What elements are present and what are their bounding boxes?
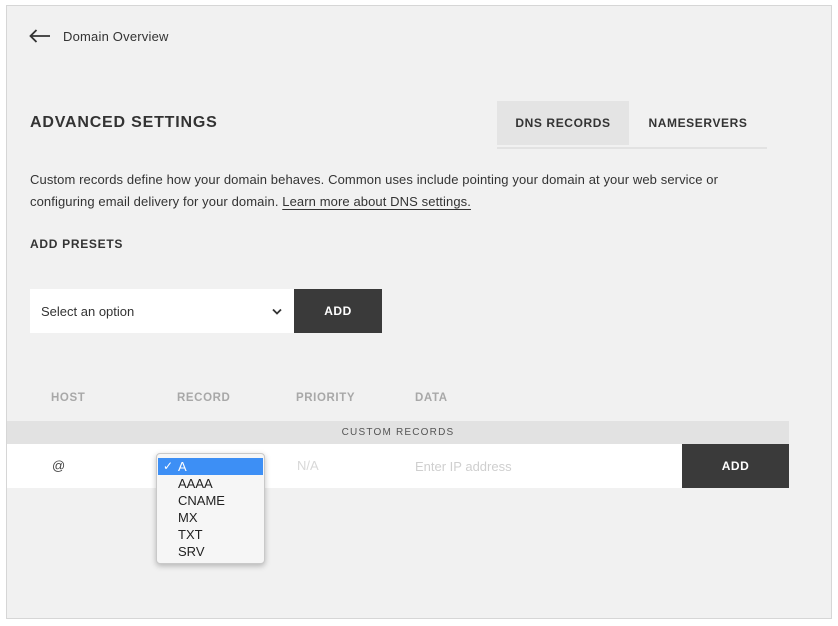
presets-label: ADD PRESETS bbox=[30, 237, 124, 251]
priority-field[interactable]: N/A bbox=[297, 458, 319, 473]
new-record-row: @ N/A bbox=[7, 444, 789, 488]
description: Custom records define how your domain be… bbox=[30, 169, 770, 213]
record-option-aaaa[interactable]: AAAA bbox=[157, 475, 264, 492]
app-frame: Domain Overview ADVANCED SETTINGS DNS RE… bbox=[6, 5, 832, 619]
back-link-label: Domain Overview bbox=[63, 28, 169, 44]
settings-tabs: DNS RECORDS NAMESERVERS bbox=[497, 101, 767, 149]
record-option-cname[interactable]: CNAME bbox=[157, 492, 264, 509]
data-input[interactable] bbox=[407, 451, 683, 481]
record-type-dropdown[interactable]: ✓ A AAAA CNAME MX TXT SRV bbox=[156, 453, 265, 564]
record-option-a[interactable]: ✓ A bbox=[158, 458, 263, 475]
tab-dns-records[interactable]: DNS RECORDS bbox=[497, 101, 629, 145]
page-title: ADVANCED SETTINGS bbox=[30, 114, 218, 131]
record-option-txt[interactable]: TXT bbox=[157, 526, 264, 543]
tab-nameservers[interactable]: NAMESERVERS bbox=[629, 101, 767, 145]
option-label: A bbox=[178, 459, 187, 474]
chevron-down-icon bbox=[272, 308, 282, 315]
back-link[interactable]: Domain Overview bbox=[29, 26, 169, 46]
record-option-srv[interactable]: SRV bbox=[157, 543, 264, 560]
column-header-priority: PRIORITY bbox=[296, 392, 356, 404]
column-header-record: RECORD bbox=[177, 392, 231, 404]
checkmark-icon: ✓ bbox=[163, 459, 174, 473]
learn-more-link[interactable]: Learn more about DNS settings. bbox=[282, 194, 471, 209]
host-value[interactable]: @ bbox=[52, 458, 65, 473]
arrow-left-icon bbox=[29, 29, 50, 43]
column-header-host: HOST bbox=[51, 392, 86, 404]
column-header-data: DATA bbox=[415, 392, 448, 404]
custom-records-header: CUSTOM RECORDS bbox=[7, 421, 789, 444]
add-record-button[interactable]: ADD bbox=[682, 444, 789, 488]
preset-select-value: Select an option bbox=[41, 303, 135, 319]
add-preset-button[interactable]: ADD bbox=[294, 289, 382, 333]
record-option-mx[interactable]: MX bbox=[157, 509, 264, 526]
preset-select[interactable]: Select an option bbox=[30, 289, 294, 333]
